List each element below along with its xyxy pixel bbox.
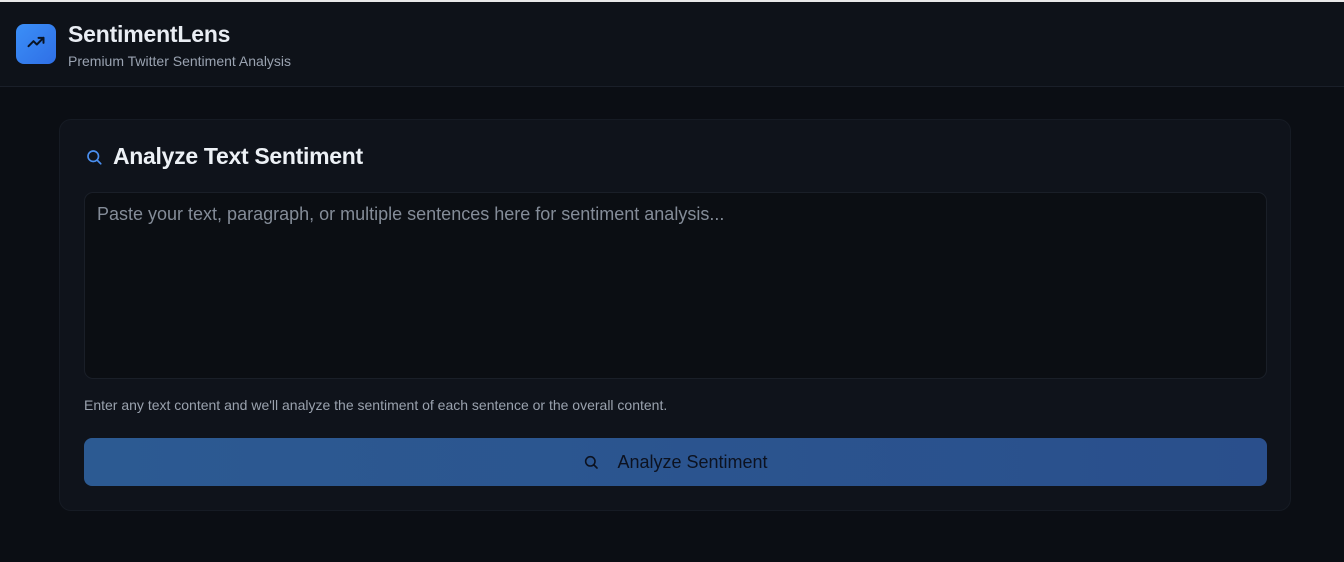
analyze-card: Analyze Text Sentiment Enter any text co… — [59, 119, 1291, 511]
app-title: SentimentLens — [68, 21, 231, 47]
analyze-sentiment-button[interactable]: Analyze Sentiment — [84, 438, 1267, 486]
search-icon — [583, 454, 599, 470]
card-title: Analyze Text Sentiment — [113, 143, 363, 169]
sentiment-text-input[interactable] — [84, 192, 1267, 379]
analyze-button-label: Analyze Sentiment — [617, 451, 768, 472]
search-icon — [85, 148, 103, 166]
trending-up-icon — [26, 32, 46, 57]
app-logo — [16, 24, 56, 64]
input-hint: Enter any text content and we'll analyze… — [84, 397, 668, 413]
app-tagline: Premium Twitter Sentiment Analysis — [68, 53, 292, 69]
app-header: SentimentLens Premium Twitter Sentiment … — [0, 2, 1344, 87]
